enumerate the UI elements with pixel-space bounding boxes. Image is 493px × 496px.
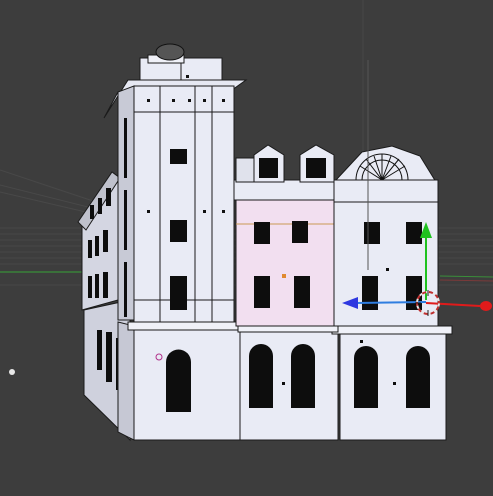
tower-base-left [117,321,135,441]
lamp-dot-icon[interactable] [9,369,15,375]
tower-base-cornice [127,321,243,331]
right-cornice [331,325,453,335]
viewport-canvas[interactable] [0,0,493,496]
right-roof-band [333,179,439,203]
middle-cornice [237,325,339,333]
middle-section-wall [235,199,335,327]
right-section-wall [333,201,439,327]
3d-viewport[interactable] [0,0,493,496]
gizmo-x-arrow-icon[interactable] [480,301,492,311]
dome-top [155,43,185,61]
middle-roof-band [233,179,339,201]
tower-base-arch-window [166,349,191,412]
